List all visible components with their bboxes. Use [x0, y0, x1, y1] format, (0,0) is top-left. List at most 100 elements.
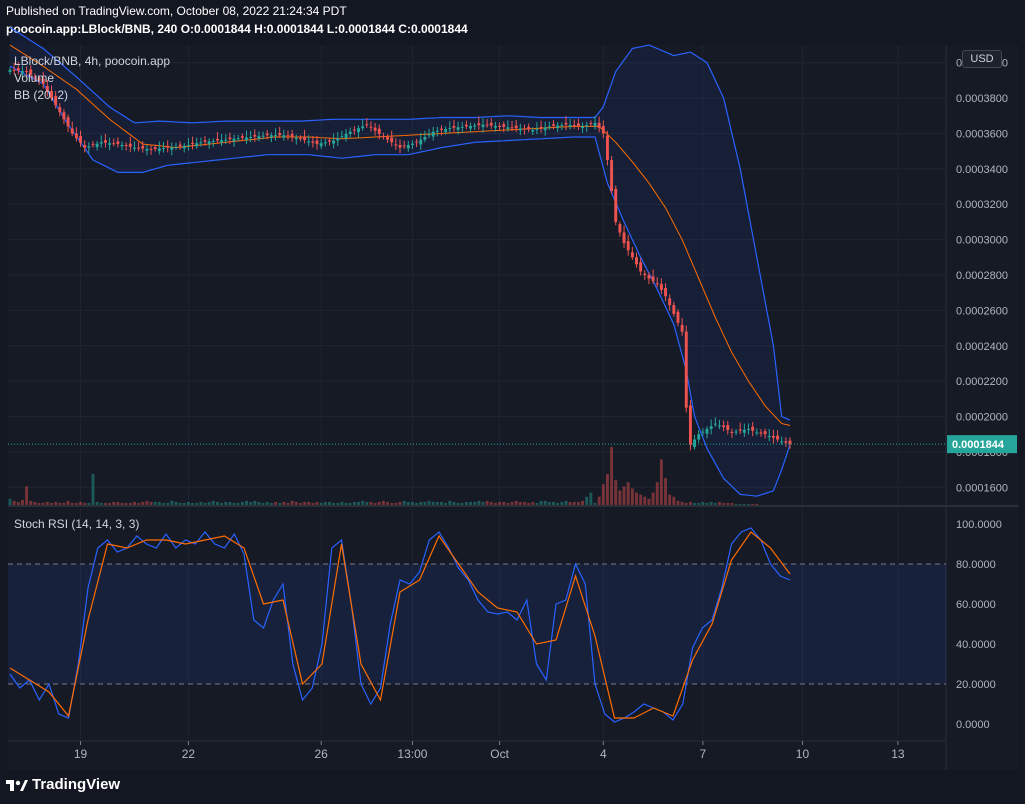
- volume-bar: [448, 500, 452, 505]
- volume-bar: [87, 502, 91, 505]
- volume-bar: [630, 488, 634, 505]
- volume-bar: [481, 501, 485, 505]
- candle-body: [162, 148, 165, 150]
- volume-bar: [195, 502, 199, 505]
- volume-bar: [207, 501, 211, 505]
- volume-bar: [120, 502, 124, 505]
- volume-bar: [697, 502, 701, 505]
- volume-bar: [178, 502, 182, 505]
- candle-body: [87, 146, 91, 148]
- candle-body: [406, 144, 410, 149]
- candle-body: [294, 137, 298, 140]
- candle-body: [336, 138, 340, 141]
- candle-body: [688, 405, 692, 445]
- volume-bar: [664, 478, 667, 505]
- volume-bar: [269, 502, 273, 505]
- volume-bar: [738, 503, 742, 505]
- volume-bar: [16, 501, 20, 505]
- x-tick-label: 13: [891, 747, 905, 761]
- candle-body: [643, 273, 647, 275]
- volume-bar: [340, 501, 344, 505]
- volume-bar: [369, 501, 373, 505]
- volume-bar: [58, 502, 62, 505]
- volume-bar: [157, 501, 161, 505]
- candle-body: [186, 144, 190, 146]
- volume-bar: [377, 501, 381, 505]
- candle-body: [469, 125, 472, 129]
- volume-bar: [543, 500, 547, 505]
- candle-body: [228, 137, 232, 140]
- volume-bar: [336, 502, 340, 505]
- volume-bar: [294, 501, 298, 505]
- volume-bar: [253, 500, 257, 505]
- volume-bar: [50, 502, 53, 505]
- x-tick-label: Oct: [490, 747, 509, 761]
- candle-body: [207, 141, 211, 144]
- candle-body: [257, 136, 261, 139]
- volume-bar: [668, 494, 672, 505]
- volume-bar: [220, 502, 224, 505]
- volume-bar: [498, 501, 502, 505]
- candle-body: [282, 135, 286, 138]
- candle-body: [153, 147, 157, 149]
- volume-bar: [319, 502, 323, 505]
- volume-bar: [493, 502, 497, 505]
- x-tick-label: 7: [700, 747, 707, 761]
- candle-body: [493, 125, 497, 128]
- volume-bar: [74, 502, 78, 505]
- candle-body: [224, 139, 228, 141]
- volume-bar: [415, 502, 419, 505]
- candle-body: [99, 142, 103, 144]
- x-tick-label: 26: [314, 747, 328, 761]
- volume-bar: [643, 496, 647, 505]
- candle-body: [95, 143, 99, 148]
- candle-body: [709, 426, 713, 429]
- chart-svg[interactable]: 19222613:00Oct4710130.00040000.00038000.…: [0, 0, 1025, 804]
- tradingview-icon: [6, 779, 28, 791]
- x-tick-label: 13:00: [397, 747, 427, 761]
- candle-body: [348, 131, 352, 134]
- volume-bar: [626, 482, 630, 505]
- stoch-tick-label: 100.0000: [956, 519, 1002, 531]
- candle-body: [664, 287, 667, 297]
- volume-bar: [70, 502, 74, 505]
- volume-bar: [290, 500, 294, 505]
- candle-body: [286, 135, 290, 137]
- candle-body: [776, 435, 780, 440]
- candle-body: [464, 124, 468, 127]
- volume-bar: [576, 501, 580, 505]
- volume-bar: [282, 501, 286, 505]
- candle-body: [456, 127, 460, 130]
- stoch-band-fill: [8, 564, 946, 684]
- candle-body: [589, 123, 593, 125]
- tradingview-logo[interactable]: TradingView: [6, 776, 120, 793]
- volume-bar: [33, 501, 37, 505]
- brand-name: TradingView: [32, 776, 121, 793]
- candle-body: [352, 129, 356, 131]
- volume-bar: [286, 502, 290, 505]
- candle-body: [311, 141, 315, 143]
- volume-bar: [527, 502, 531, 505]
- volume-bar: [41, 502, 45, 505]
- volume-bar: [469, 501, 472, 505]
- volume-bar: [597, 496, 601, 505]
- candle-body: [481, 124, 485, 128]
- candle-body: [323, 142, 327, 144]
- volume-bar: [112, 501, 116, 505]
- candle-body: [784, 441, 788, 443]
- stoch-tick-label: 80.0000: [956, 559, 996, 571]
- candle-body: [170, 147, 174, 150]
- candle-body: [240, 136, 244, 138]
- currency-button[interactable]: USD: [962, 50, 1002, 68]
- candle-body: [174, 146, 178, 148]
- candle-body: [211, 140, 215, 142]
- candle-body: [738, 429, 742, 431]
- candle-body: [195, 143, 199, 147]
- candle-body: [684, 331, 688, 408]
- candle-body: [182, 145, 186, 149]
- candle-body: [199, 142, 203, 144]
- candle-body: [477, 123, 481, 126]
- volume-bar: [37, 502, 41, 505]
- candle-body: [755, 432, 759, 434]
- candle-body: [390, 137, 394, 143]
